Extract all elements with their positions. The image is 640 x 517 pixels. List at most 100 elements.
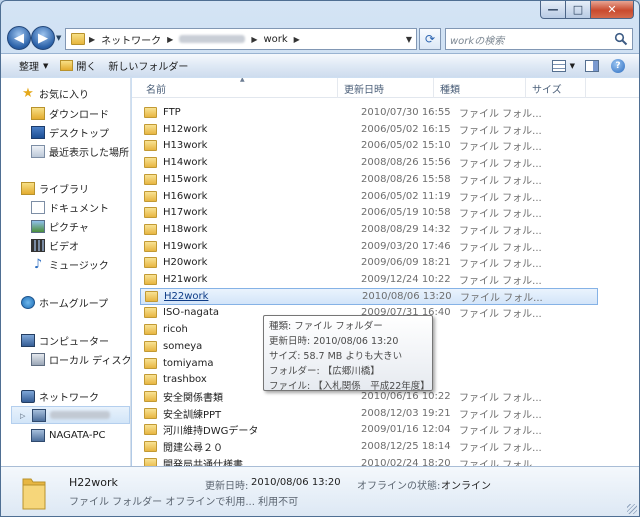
nav-network[interactable]: ネットワーク — [21, 387, 99, 405]
file-type: ファイル フォル... — [459, 242, 542, 254]
folder-icon — [144, 123, 157, 135]
nav-item-videos[interactable]: ビデオ — [31, 236, 79, 254]
table-row[interactable]: H19work 2009/03/20 17:46 ファイル フォル... — [140, 238, 598, 255]
title-bar: — □ ✕ — [1, 1, 639, 23]
column-date-label: 更新日時 — [344, 84, 384, 96]
nav-item-music[interactable]: ♪ ミュージック — [31, 255, 109, 273]
breadcrumb-separator-icon[interactable]: ▶ — [167, 35, 173, 44]
file-date: 2009/01/16 12:04 — [361, 424, 451, 436]
new-folder-button[interactable]: 新しいフォルダー — [102, 56, 194, 76]
file-type: ファイル フォル... — [459, 309, 542, 321]
column-name[interactable]: ▲ 名前 — [132, 78, 338, 98]
details-modified-value: 2010/08/06 13:20 — [251, 477, 341, 488]
column-type[interactable]: 種類 — [434, 78, 526, 98]
search-box[interactable]: workの検索 — [445, 28, 633, 50]
navigation-pane: ★ お気に入り ダウンロード デスクトップ 最近表示した場所 ライブラリ ドキュメ… — [1, 78, 131, 466]
folder-icon — [22, 478, 46, 510]
nav-item-label: ミュージック — [49, 260, 109, 272]
nav-item-downloads[interactable]: ダウンロード — [31, 104, 109, 122]
column-size-label: サイズ — [532, 84, 562, 96]
nav-item-label: ピクチャ — [49, 222, 89, 234]
nav-item-desktop[interactable]: デスクトップ — [31, 123, 109, 141]
documents-icon — [31, 200, 45, 214]
back-button[interactable]: ◀ — [7, 26, 31, 50]
column-date[interactable]: 更新日時 — [338, 78, 434, 98]
organize-button[interactable]: 整理 ▼ — [13, 56, 54, 76]
nav-favorites[interactable]: ★ お気に入り — [21, 84, 89, 102]
chevron-down-icon: ▼ — [43, 61, 49, 70]
table-row[interactable]: H20work 2009/06/09 18:21 ファイル フォル... — [140, 254, 598, 271]
refresh-icon: ⟳ — [424, 32, 436, 46]
folder-icon — [144, 140, 157, 152]
file-name: 河川維持DWGデータ — [163, 426, 259, 438]
preview-pane-button[interactable] — [579, 56, 605, 76]
nav-item-network-host[interactable]: ▷ — [11, 406, 130, 424]
table-row[interactable]: 閲建公尋２０ 2008/12/25 18:14 ファイル フォル... — [140, 438, 598, 455]
video-icon — [31, 238, 45, 252]
file-name: H13work — [163, 140, 208, 152]
forward-button[interactable]: ▶ — [31, 26, 55, 50]
file-date: 2008/08/26 15:56 — [361, 157, 451, 169]
details-name: H22work — [69, 476, 118, 489]
nav-libraries[interactable]: ライブラリ — [21, 179, 89, 197]
resize-grip[interactable] — [627, 504, 637, 514]
nav-item-documents[interactable]: ドキュメント — [31, 198, 109, 216]
address-bar[interactable]: ▶ ネットワーク ▶ ▶ work ▶ ▼ — [65, 28, 417, 50]
file-date: 2008/12/03 19:21 — [361, 407, 451, 419]
table-row[interactable]: H13work 2006/05/02 15:10 ファイル フォル... — [140, 137, 598, 154]
table-row[interactable]: H12work 2006/05/02 16:15 ファイル フォル... — [140, 121, 598, 138]
breadcrumb-work[interactable]: work — [263, 34, 287, 45]
address-dropdown-icon[interactable]: ▼ — [406, 35, 412, 44]
breadcrumb-separator-icon[interactable]: ▶ — [89, 35, 95, 44]
maximize-button[interactable]: □ — [566, 1, 591, 19]
file-name: H16work — [163, 190, 208, 202]
help-button[interactable]: ? — [605, 56, 631, 76]
table-row[interactable]: FTP 2010/07/30 16:55 ファイル フォル... — [140, 104, 598, 121]
table-row[interactable]: 安全訓練PPT 2008/12/03 19:21 ファイル フォル... — [140, 405, 598, 422]
nav-item-nagata-pc[interactable]: NAGATA-PC — [31, 426, 106, 444]
table-row[interactable]: H14work 2008/08/26 15:56 ファイル フォル... — [140, 154, 598, 171]
breadcrumb-network[interactable]: ネットワーク — [101, 32, 161, 47]
folder-icon — [144, 357, 157, 369]
nav-item-pictures[interactable]: ピクチャ — [31, 217, 89, 235]
expand-arrow-icon[interactable]: ▷ — [20, 412, 25, 420]
table-row[interactable]: 開発局共通仕様書 2010/02/24 18:20 ファイル フォル... — [140, 455, 598, 466]
breadcrumb-separator-icon[interactable]: ▶ — [251, 35, 257, 44]
table-row[interactable]: H22work 2010/08/06 13:20 ファイル フォル... — [140, 287, 598, 305]
nav-item-local-disk[interactable]: ローカル ディスク (C — [31, 350, 130, 368]
nav-favorites-label: お気に入り — [39, 89, 89, 101]
breadcrumb-separator-icon[interactable]: ▶ — [294, 35, 300, 44]
nav-item-recent-places[interactable]: 最近表示した場所 — [31, 142, 129, 160]
table-row[interactable]: H17work 2006/05/19 10:58 ファイル フォル... — [140, 204, 598, 221]
details-view-icon — [551, 59, 566, 72]
table-row[interactable]: H15work 2008/08/26 15:58 ファイル フォル... — [140, 171, 598, 188]
nav-homegroup[interactable]: ホームグループ — [21, 293, 108, 311]
table-row[interactable]: H16work 2006/05/02 11:19 ファイル フォル... — [140, 188, 598, 205]
nav-item-label: ドキュメント — [49, 203, 109, 215]
file-date: 2009/03/20 17:46 — [361, 240, 451, 252]
nav-computer[interactable]: コンピューター — [21, 331, 109, 349]
file-name: H17work — [163, 207, 208, 219]
file-type: ファイル フォル... — [459, 409, 542, 421]
table-row[interactable]: 河川維持DWGデータ 2009/01/16 12:04 ファイル フォル... — [140, 421, 598, 438]
desktop-icon — [31, 125, 45, 139]
close-button[interactable]: ✕ — [591, 1, 634, 19]
change-view-button[interactable]: ▼ — [546, 56, 581, 76]
recent-pages-dropdown[interactable]: ▼ — [56, 34, 64, 42]
command-bar: 整理 ▼ 開く 新しいフォルダー ▼ ? — [1, 53, 639, 77]
column-size[interactable]: サイズ — [526, 78, 586, 98]
music-note-icon: ♪ — [33, 256, 43, 272]
folder-icon — [144, 307, 157, 319]
file-name: H19work — [163, 240, 208, 252]
refresh-button[interactable]: ⟳ — [419, 28, 441, 50]
minimize-button[interactable]: — — [540, 1, 566, 19]
table-row[interactable]: H21work 2009/12/24 10:22 ファイル フォル... — [140, 271, 598, 288]
open-button[interactable]: 開く — [54, 56, 102, 76]
breadcrumb-blurred-host[interactable] — [179, 35, 246, 43]
table-row[interactable]: H18work 2008/08/29 14:32 ファイル フォル... — [140, 221, 598, 238]
file-type: ファイル フォル... — [459, 459, 542, 466]
nav-item-label: デスクトップ — [49, 128, 109, 140]
navigation-row: ◀ ▶ ▼ ▶ ネットワーク ▶ ▶ work ▶ ▼ ⟳ workの検索 — [1, 25, 639, 51]
folder-icon — [144, 457, 157, 466]
search-icon[interactable] — [614, 32, 628, 46]
